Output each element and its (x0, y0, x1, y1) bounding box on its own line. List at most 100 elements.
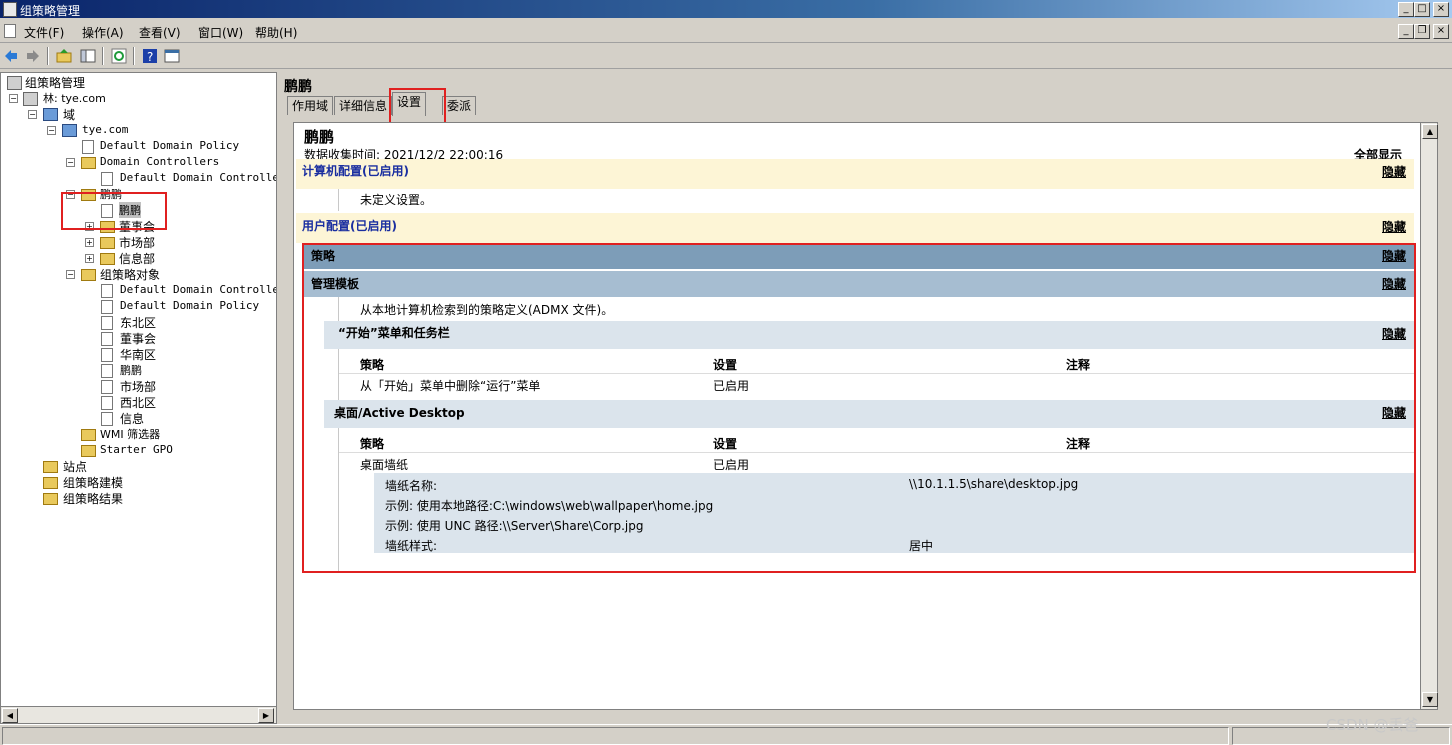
tree-item-domains[interactable]: 域 (63, 106, 75, 123)
menu-help[interactable]: 帮助(H) (255, 24, 297, 41)
user-config-title[interactable]: 用户配置(已启用) (302, 217, 397, 234)
hide-link[interactable]: 隐藏 (1382, 247, 1406, 264)
toolbar-separator (47, 47, 49, 65)
maximize-button[interactable]: □ (1414, 2, 1430, 17)
hide-link[interactable]: 隐藏 (1382, 163, 1406, 180)
policies-bar (304, 243, 1414, 269)
tree-item-gpo-board[interactable]: 董事会 (120, 330, 156, 347)
tree-item-forest[interactable]: 林: tye.com (43, 90, 106, 106)
collapse-icon[interactable]: − (66, 190, 75, 199)
tab-details[interactable]: 详细信息 (334, 96, 393, 115)
ou-icon (100, 237, 115, 249)
desktop-title: 桌面/Active Desktop (334, 406, 465, 420)
back-icon[interactable] (3, 48, 19, 64)
col-setting: 设置 (713, 358, 738, 372)
tree-item-domain[interactable]: tye.com (82, 123, 128, 136)
gpo-icon (101, 300, 113, 314)
tab-delegation[interactable]: 委派 (442, 96, 477, 115)
tab-settings[interactable]: 设置 (392, 92, 427, 116)
col-policy: 策略 (360, 358, 385, 372)
tree-item-gpm[interactable]: 组策略管理 (25, 74, 85, 91)
forward-icon[interactable] (25, 48, 41, 64)
refresh-icon[interactable] (111, 48, 127, 64)
close-button[interactable]: × (1433, 2, 1449, 17)
tree-item-gpo-northwest[interactable]: 西北区 (120, 394, 156, 411)
collapse-icon[interactable]: − (28, 110, 37, 119)
tree-item-gpo-pengpeng[interactable]: 鹏鹏 (120, 362, 142, 378)
tree-item-gpo-objects[interactable]: 组策略对象 (100, 266, 160, 283)
collapse-icon[interactable]: − (66, 270, 75, 279)
collapse-icon[interactable]: − (9, 94, 18, 103)
gpo-link-icon (101, 204, 113, 218)
expand-icon[interactable]: + (85, 222, 94, 231)
col-policy: 策略 (360, 437, 385, 451)
result-pane: 鹏鹏 作用域 详细信息 设置 委派 鹏鹏 数据收集时间: 2021/12/2 2… (280, 72, 1448, 722)
tree-item-gpo-link-pengpeng[interactable]: 鹏鹏 (119, 202, 141, 218)
tree-item-gpo-northeast[interactable]: 东北区 (120, 314, 156, 331)
child-close-button[interactable]: × (1433, 24, 1449, 39)
tree-item-gpo-info[interactable]: 信息 (120, 410, 144, 427)
scroll-down-icon[interactable]: ▼ (1422, 692, 1438, 707)
vertical-scrollbar[interactable]: ▲ ▼ (1420, 122, 1438, 710)
tree-item-ou-board[interactable]: 董事会 (119, 218, 155, 235)
divider (338, 189, 339, 211)
menu-action[interactable]: 操作(A) (82, 24, 124, 41)
ou-icon (81, 157, 96, 169)
scroll-left-icon[interactable]: ◀ (2, 708, 18, 723)
horizontal-scrollbar[interactable]: ◀ ▶ (0, 706, 277, 724)
expand-icon[interactable]: + (85, 238, 94, 247)
hide-link[interactable]: 隐藏 (1382, 218, 1406, 235)
col-setting: 设置 (713, 437, 738, 451)
up-folder-icon[interactable] (56, 48, 72, 64)
child-minimize-button[interactable]: _ (1398, 24, 1414, 39)
expand-icon[interactable]: + (85, 254, 94, 263)
console-icon (4, 24, 16, 38)
gpo-link-icon (82, 140, 94, 154)
start-menu-title: “开始”菜单和任务栏 (338, 326, 450, 340)
tree-item-sites[interactable]: 站点 (63, 458, 87, 475)
scroll-up-icon[interactable]: ▲ (1422, 124, 1438, 139)
hide-link[interactable]: 隐藏 (1382, 325, 1406, 342)
tree-item-default-domain-policy-link[interactable]: Default Domain Policy (100, 139, 239, 152)
tree-item-gpo-market[interactable]: 市场部 (120, 378, 156, 395)
hide-link[interactable]: 隐藏 (1382, 404, 1406, 421)
admin-templates-title: 管理模板 (311, 277, 360, 291)
tree-item-gpo-south[interactable]: 华南区 (120, 346, 156, 363)
tab-scope[interactable]: 作用域 (287, 96, 334, 115)
help-icon[interactable]: ? (142, 48, 158, 64)
tree-item-ou-info[interactable]: 信息部 (119, 250, 155, 267)
computer-config-section (296, 159, 1414, 189)
tree-item-results[interactable]: 组策略结果 (63, 490, 123, 507)
tree-item-modeling[interactable]: 组策略建模 (63, 474, 123, 491)
menu-file[interactable]: 文件(F) (24, 24, 64, 41)
wallpaper-example-local: 示例: 使用本地路径:C:\windows\web\wallpaper\home… (385, 499, 714, 513)
scroll-right-icon[interactable]: ▶ (258, 708, 274, 723)
collapse-icon[interactable]: − (66, 158, 75, 167)
gpo-container-icon (81, 269, 96, 281)
minimize-button[interactable]: _ (1398, 2, 1414, 17)
tree-item-ou-pengpeng[interactable]: 鹏鹏 (100, 186, 122, 202)
show-pane-icon[interactable] (80, 48, 96, 64)
collapse-icon[interactable]: − (47, 126, 56, 135)
gpm-icon (7, 76, 22, 90)
gpo-icon (101, 380, 113, 394)
tree-item-domain-controllers[interactable]: Domain Controllers (100, 155, 219, 168)
tree-item-wmi[interactable]: WMI 筛选器 (100, 426, 160, 442)
properties-icon[interactable] (164, 48, 180, 64)
tree-item-gpo-ddc[interactable]: Default Domain Controllers (120, 283, 276, 296)
ou-icon (100, 221, 115, 233)
tree-item-gpo-ddp[interactable]: Default Domain Policy (120, 299, 259, 312)
menu-view[interactable]: 查看(V) (139, 24, 181, 41)
hide-link[interactable]: 隐藏 (1382, 275, 1406, 292)
menu-bar: 文件(F) 操作(A) 查看(V) 窗口(W) 帮助(H) _ ❐ × (0, 20, 1452, 43)
tree-item-ddc-link[interactable]: Default Domain Controllers (120, 171, 276, 184)
status-bar (0, 724, 1452, 745)
tree-item-ou-market[interactable]: 市场部 (119, 234, 155, 251)
computer-config-title[interactable]: 计算机配置(已启用) (302, 162, 409, 179)
menu-window[interactable]: 窗口(W) (198, 24, 243, 41)
child-restore-button[interactable]: ❐ (1414, 24, 1430, 39)
tree-item-starter-gpo[interactable]: Starter GPO (100, 443, 173, 456)
forest-icon (23, 92, 38, 106)
console-tree: 组策略管理 − 林: tye.com − 域 − tye.com Default… (0, 72, 277, 724)
policy-wallpaper: 桌面墙纸 (360, 458, 409, 472)
